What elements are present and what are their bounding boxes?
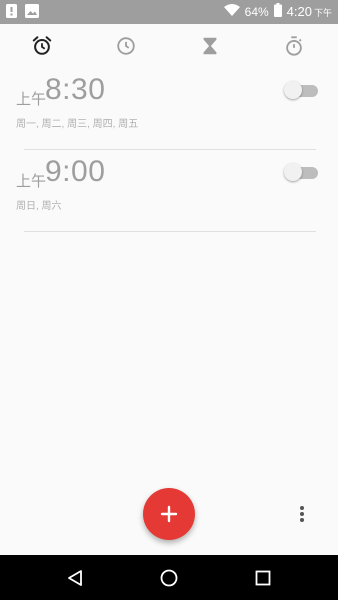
alarm-toggle[interactable] — [284, 79, 318, 99]
home-button[interactable] — [149, 561, 189, 595]
status-time: 4:20 下午 — [287, 4, 332, 19]
divider — [24, 231, 316, 232]
tab-timer[interactable] — [168, 24, 252, 68]
alarm-item[interactable]: 上午 9:00 周日, 周六 — [0, 150, 338, 234]
alarm-item[interactable]: 上午 8:30 周一, 周二, 周三, 周四, 周五 — [0, 68, 338, 152]
home-icon — [160, 569, 178, 587]
alarm-days: 周日, 周六 — [16, 201, 62, 212]
status-clock: 4:20 — [286, 4, 312, 19]
navigation-bar — [0, 555, 338, 600]
tab-bar — [0, 24, 338, 68]
status-bar: 64% 4:20 下午 — [0, 0, 338, 24]
alarm-time[interactable]: 8:30 — [45, 73, 105, 107]
add-alarm-button[interactable] — [143, 488, 195, 540]
status-time-suffix: 下午 — [313, 8, 332, 18]
alarm-time[interactable]: 9:00 — [45, 155, 105, 189]
alarm-toggle[interactable] — [284, 161, 318, 181]
overflow-menu-button[interactable] — [292, 502, 312, 526]
clock-icon — [117, 37, 135, 55]
tab-alarm[interactable] — [0, 24, 84, 68]
stopwatch-icon — [286, 36, 302, 56]
battery-icon — [273, 3, 282, 20]
tab-clock[interactable] — [84, 24, 168, 68]
alarm-days: 周一, 周二, 周三, 周四, 周五 — [16, 119, 139, 130]
alarm-icon — [32, 36, 52, 55]
recents-icon — [255, 570, 271, 586]
more-vert-icon — [300, 506, 304, 522]
wifi-icon — [223, 4, 240, 19]
recents-button[interactable] — [243, 561, 283, 595]
battery-percent: 64% — [244, 4, 269, 19]
image-icon — [25, 4, 39, 23]
alarm-ampm: 上午 — [16, 173, 47, 190]
toggle-thumb — [284, 163, 302, 181]
timer-icon — [203, 37, 217, 55]
plus-icon — [160, 505, 178, 523]
back-icon — [68, 570, 82, 586]
notification-icon — [6, 4, 17, 23]
alarm-ampm: 上午 — [16, 91, 47, 108]
back-button[interactable] — [55, 561, 95, 595]
tab-stopwatch[interactable] — [252, 24, 336, 68]
toggle-thumb — [284, 81, 302, 99]
